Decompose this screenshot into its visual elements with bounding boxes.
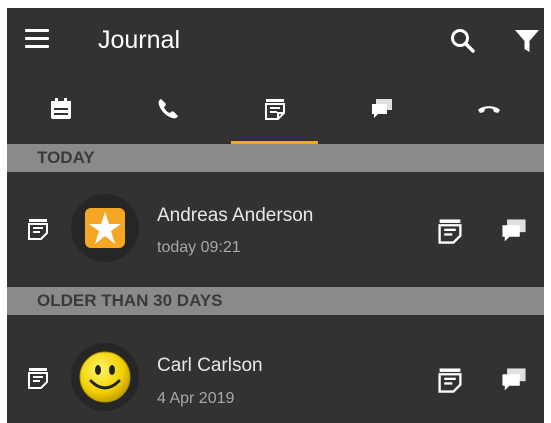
phone-icon (158, 99, 178, 119)
tab-calendar[interactable] (7, 74, 114, 144)
calendar-icon (50, 98, 71, 119)
hangup-icon (477, 106, 500, 113)
avatar (71, 194, 139, 262)
list-item[interactable]: Carl Carlson 4 Apr 2019 (7, 315, 544, 423)
app-bar: Journal (7, 8, 544, 74)
notes-action-icon[interactable] (435, 365, 465, 395)
avatar (71, 343, 139, 411)
search-icon[interactable] (449, 27, 477, 55)
notes-action-icon[interactable] (435, 216, 465, 246)
section-header-today: TODAY (7, 144, 544, 172)
entry-time: 4 Apr 2019 (157, 390, 235, 407)
entry-time: today 09:21 (157, 239, 241, 256)
tab-chat[interactable] (328, 74, 435, 144)
chat-icon (371, 99, 392, 118)
chat-action-icon[interactable] (499, 216, 529, 246)
page-title: Journal (98, 26, 180, 54)
smiley-face-icon (79, 351, 131, 403)
notes-icon (28, 219, 48, 240)
contact-name: Andreas Anderson (157, 205, 314, 226)
section-header-older: OLDER THAN 30 DAYS (7, 287, 544, 315)
tab-notes[interactable] (221, 74, 328, 144)
notes-icon (28, 368, 48, 389)
tab-calls[interactable] (114, 74, 221, 144)
menu-icon[interactable] (25, 29, 49, 51)
contact-name: Carl Carlson (157, 355, 263, 376)
chat-action-icon[interactable] (499, 365, 529, 395)
filter-icon[interactable] (513, 27, 541, 55)
journal-app: Journal TODAY Andreas Anderson today 09:… (7, 8, 544, 423)
tab-missed-calls[interactable] (435, 74, 542, 144)
notes-icon (264, 99, 285, 120)
tab-bar (7, 74, 544, 144)
star-app-icon (85, 208, 125, 248)
list-item[interactable]: Andreas Anderson today 09:21 (7, 172, 544, 284)
